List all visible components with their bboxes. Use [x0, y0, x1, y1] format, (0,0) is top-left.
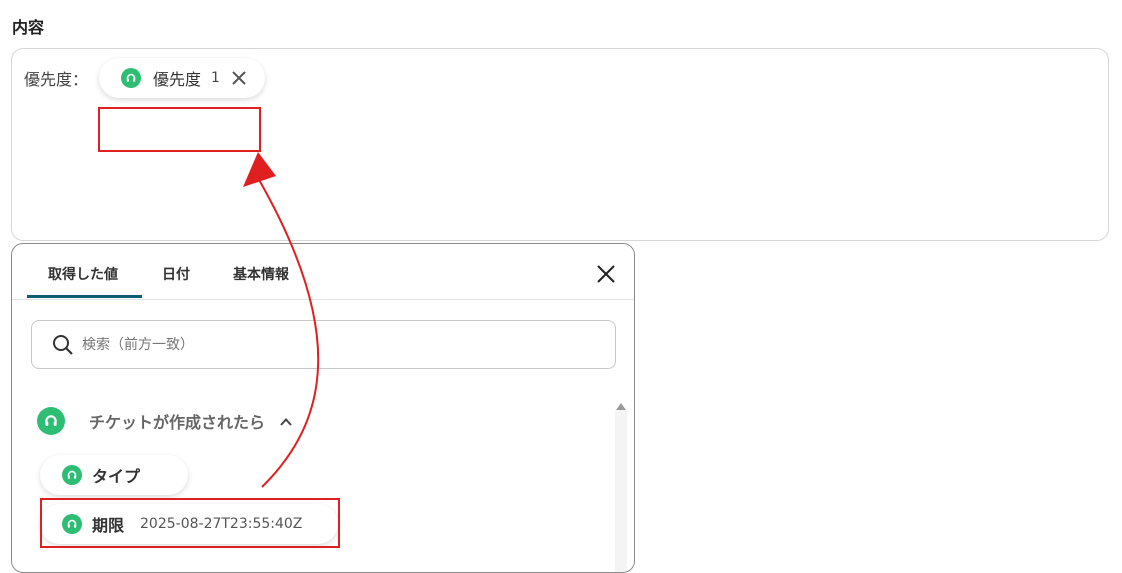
headset-icon	[62, 465, 82, 485]
content-prefix-text: 優先度：	[24, 70, 89, 89]
tab-basic-info[interactable]: 基本情報	[233, 264, 289, 284]
search-input[interactable]	[80, 331, 604, 359]
variable-chip-priority[interactable]: 優先度 1	[99, 58, 265, 98]
insertion-target-highlight	[98, 107, 261, 152]
scroll-up-icon[interactable]	[615, 396, 627, 410]
scrollbar-track[interactable]	[615, 410, 627, 572]
list-item-type[interactable]: タイプ	[40, 455, 188, 495]
search-box	[31, 320, 616, 369]
list-item-label: タイプ	[92, 467, 141, 486]
group-title: チケットが作成されたら	[89, 413, 266, 432]
tab-bar: 取得した値 日付 基本情報	[12, 244, 634, 300]
close-icon[interactable]	[230, 69, 248, 87]
section-label: 内容	[12, 18, 45, 37]
chip-label: 優先度	[153, 70, 202, 89]
chevron-up-icon[interactable]	[279, 414, 293, 428]
close-icon[interactable]	[596, 264, 616, 284]
tab-active-indicator	[27, 295, 142, 298]
search-icon	[52, 334, 74, 356]
headset-icon	[37, 407, 65, 435]
headset-icon	[121, 68, 141, 88]
group-header[interactable]: チケットが作成されたら	[37, 406, 293, 436]
chip-number: 1	[211, 70, 220, 86]
source-item-highlight	[40, 498, 340, 548]
tab-acquired-values[interactable]: 取得した値	[48, 264, 118, 284]
tab-date[interactable]: 日付	[162, 264, 190, 284]
